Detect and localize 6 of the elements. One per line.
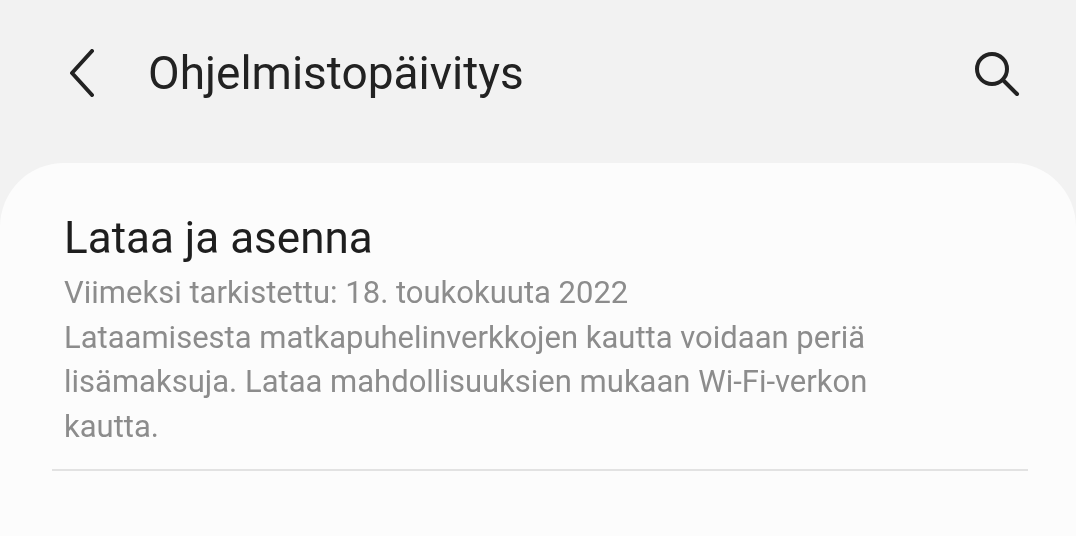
list-item[interactable]: Lataa ja asenna Viimeksi tarkistettu: 18. toukokuuta 2022 Lataamisesta matkapuhelinverkkojen kautta voidaan periä lisämaksuja. Lataa mahdollisuuksien mukaan Wi-Fi-verkon kautta. [52, 211, 1028, 471]
back-icon[interactable] [68, 48, 96, 97]
note-text: Lataamisesta matkapuhelinverkkojen kautta voidaan periä lisämaksuja. Lataa mahdollisuuksien mukaan Wi-Fi-verkon kautta. [64, 317, 869, 447]
last-checked-text: Viimeksi tarkistettu: 18. toukokuuta 2022 [64, 273, 630, 313]
page-title: Ohjelmistopäivitys [148, 45, 525, 100]
item-title: Lataa ja asenna [64, 211, 374, 265]
